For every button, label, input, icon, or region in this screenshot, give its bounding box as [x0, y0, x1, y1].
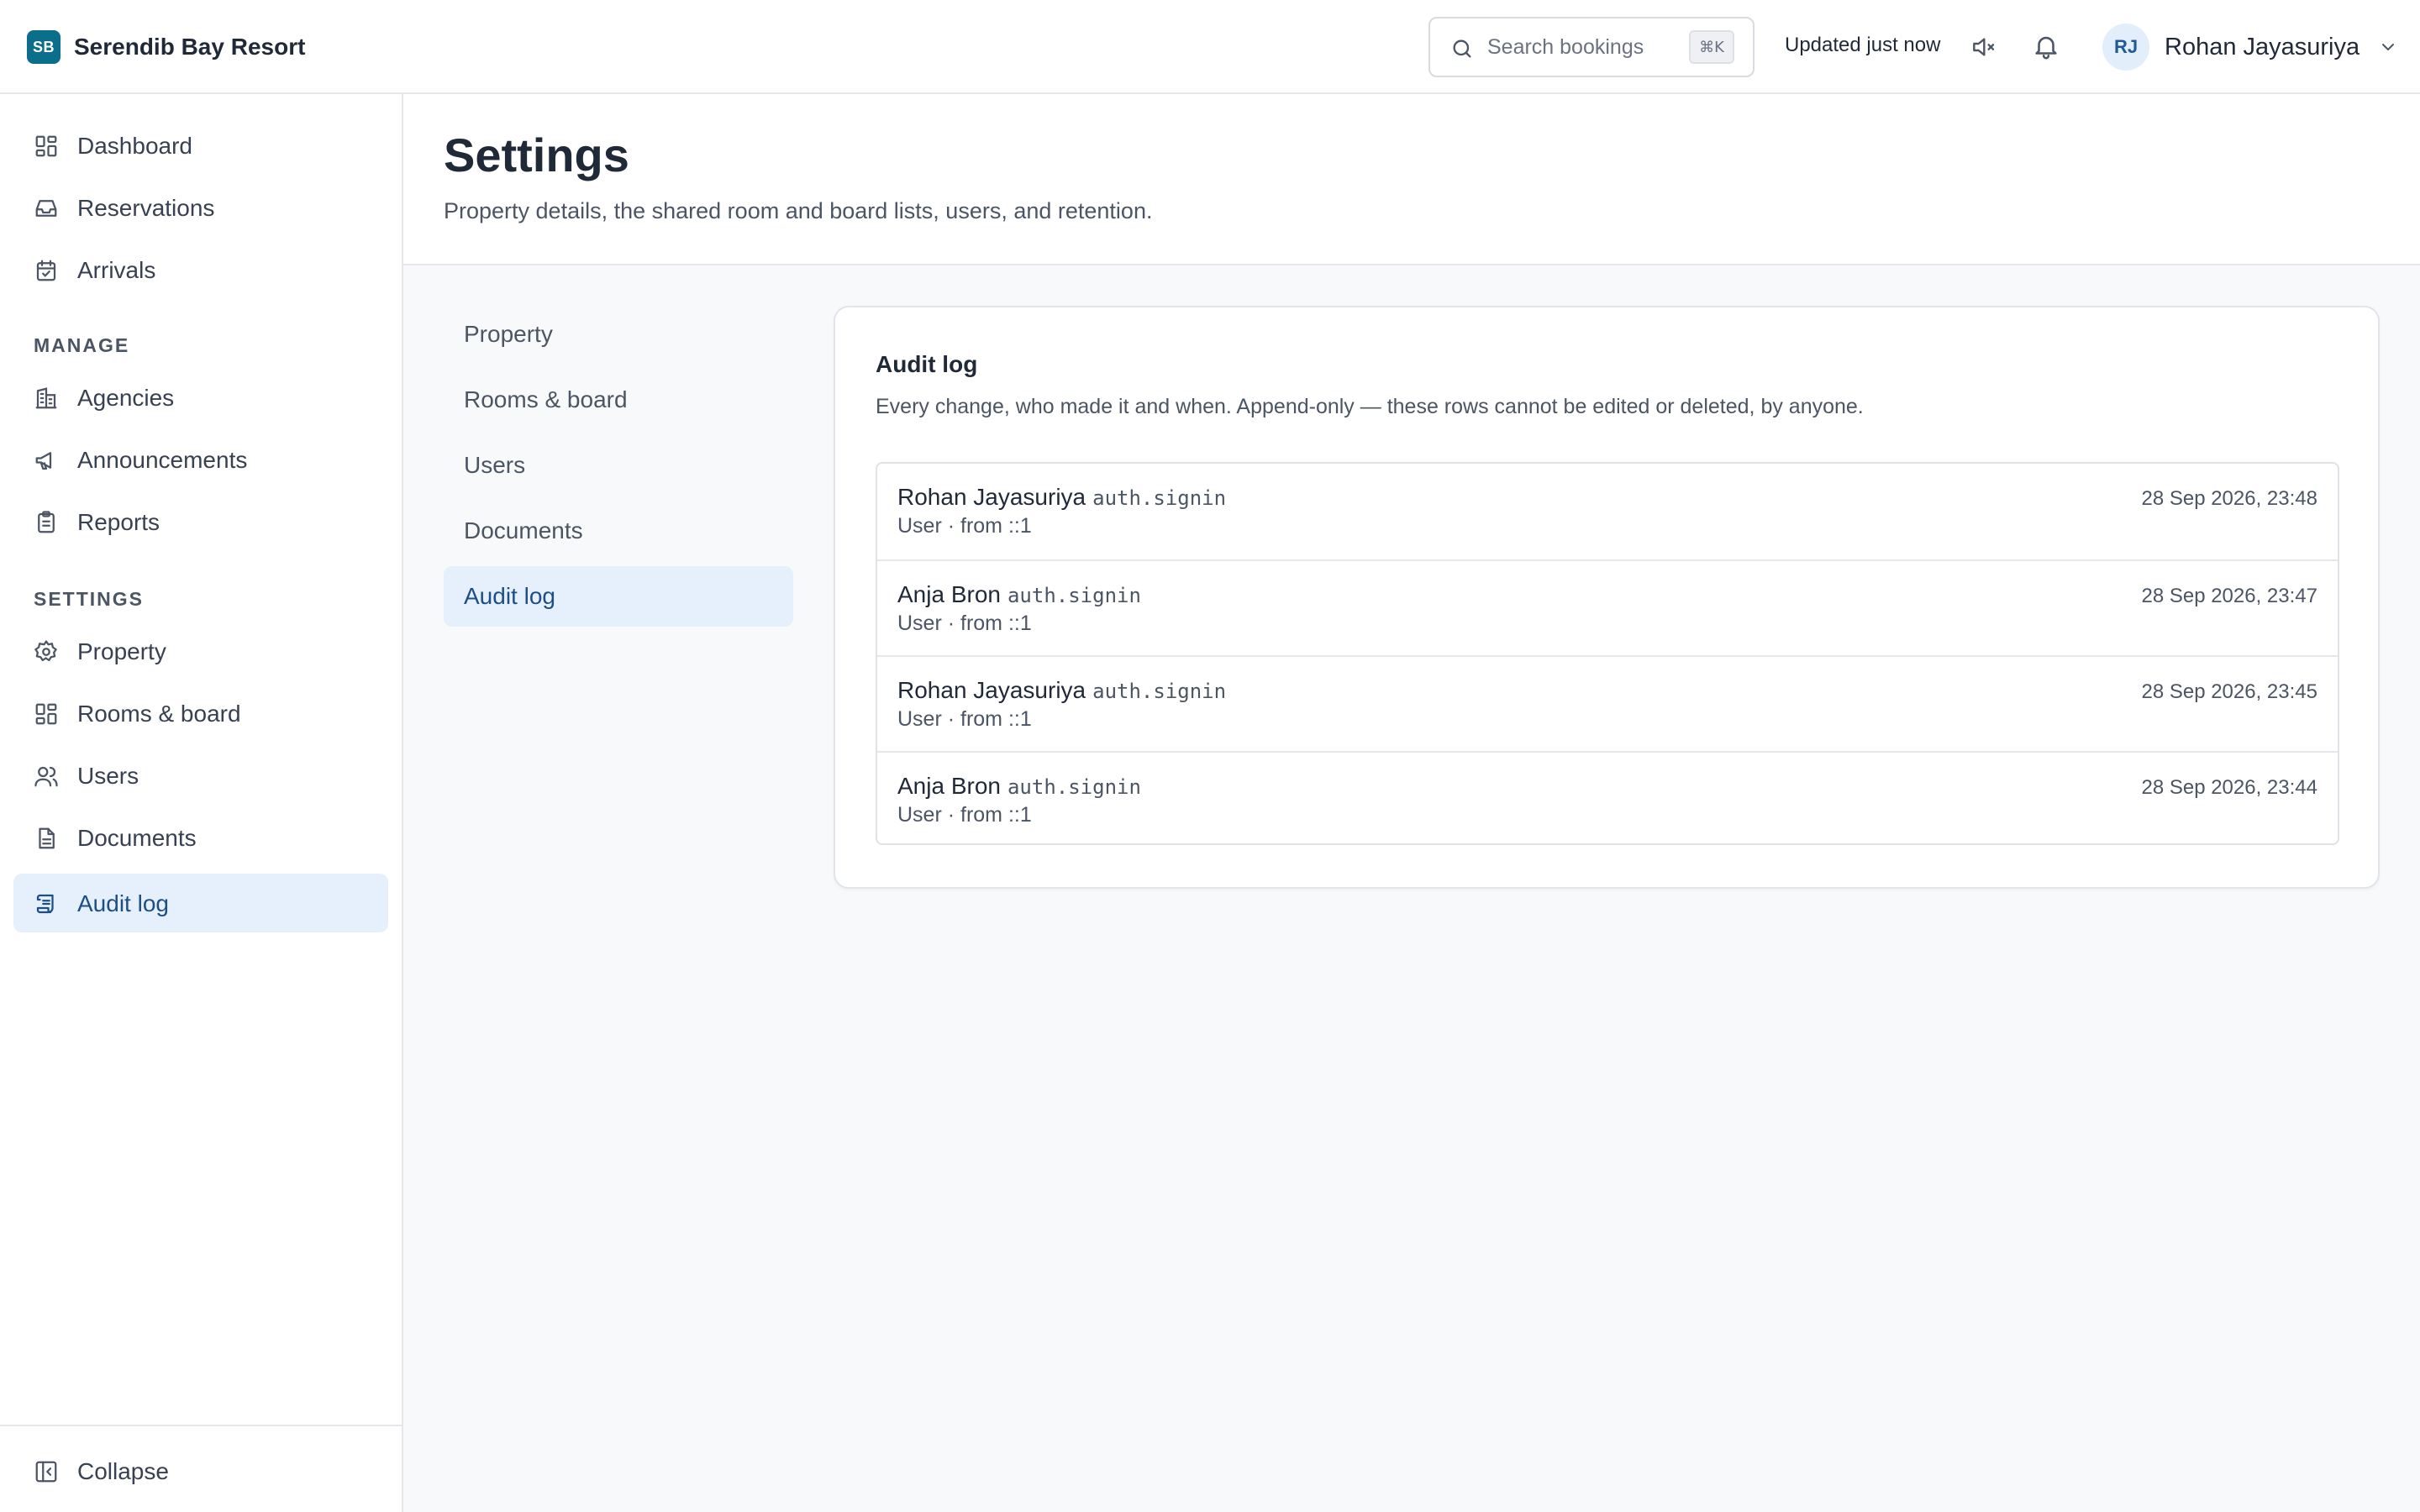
document-icon — [34, 826, 59, 851]
grid-icon — [34, 701, 59, 727]
sidebar-section-manage: MANAGE — [34, 334, 130, 356]
search-placeholder: Search bookings — [1487, 35, 1644, 59]
sidebar-item-reports[interactable]: Reports — [13, 492, 388, 551]
subnav-item-audit-log[interactable]: Audit log — [444, 566, 793, 627]
sidebar-item-label: Agencies — [77, 385, 175, 411]
sidebar-item-label: Arrivals — [77, 257, 156, 283]
sidebar-item-label: Announcements — [77, 447, 248, 473]
subnav-item-users[interactable]: Users — [444, 435, 793, 496]
sidebar-item-label: Dashboard — [77, 133, 192, 159]
sidebar-item-label: Rooms & board — [77, 701, 241, 727]
avatar: RJ — [2102, 24, 2149, 71]
audit-log-card: Audit log Every change, who made it and … — [834, 306, 2380, 889]
log-actor: Anja Bron — [897, 773, 1001, 799]
user-name: Rohan Jayasuriya — [2165, 33, 2360, 60]
sidebar-section-settings: SETTINGS — [34, 588, 145, 610]
audit-log-row: Anja Bron auth.signin User · from ::1 28 … — [877, 559, 2338, 655]
sidebar-item-audit-log[interactable]: Audit log — [13, 874, 388, 932]
brand-logo: SB — [27, 30, 60, 64]
log-meta: User · from ::1 — [897, 514, 1032, 538]
audit-log-description: Every change, who made it and when. Appe… — [876, 395, 1864, 418]
sidebar-item-documents[interactable]: Documents — [13, 808, 388, 867]
sidebar-item-rooms-board[interactable]: Rooms & board — [13, 684, 388, 743]
log-action: auth.signin — [1092, 486, 1227, 510]
subnav-item-label: Rooms & board — [464, 386, 628, 412]
sidebar-item-reservations[interactable]: Reservations — [13, 178, 388, 237]
log-meta: User · from ::1 — [897, 707, 1032, 731]
log-timestamp: 28 Sep 2026, 23:45 — [2141, 680, 2317, 703]
log-timestamp: 28 Sep 2026, 23:44 — [2141, 776, 2317, 799]
subnav-item-label: Property — [464, 321, 553, 347]
brand[interactable]: SB Serendib Bay Resort — [27, 30, 305, 64]
collapse-button[interactable]: Collapse — [13, 1441, 388, 1500]
log-timestamp: 28 Sep 2026, 23:48 — [2141, 487, 2317, 510]
audit-log-row: Anja Bron auth.signin User · from ::1 28 … — [877, 751, 2338, 843]
sidebar-item-property[interactable]: Property — [13, 622, 388, 680]
page-subtitle: Property details, the shared room and bo… — [444, 198, 1153, 223]
subnav-item-label: Audit log — [464, 583, 555, 609]
log-meta: User · from ::1 — [897, 612, 1032, 635]
building-icon — [34, 386, 59, 411]
volume-mute-icon[interactable] — [1970, 34, 1996, 60]
sidebar-item-agencies[interactable]: Agencies — [13, 368, 388, 427]
audit-log-title: Audit log — [876, 351, 978, 377]
log-actor: Rohan Jayasuriya — [897, 484, 1086, 510]
sidebar-item-label: Reservations — [77, 195, 215, 221]
log-action: auth.signin — [1007, 584, 1141, 607]
sidebar-item-announcements[interactable]: Announcements — [13, 430, 388, 489]
log-timestamp: 28 Sep 2026, 23:47 — [2141, 585, 2317, 607]
bell-icon[interactable] — [2032, 32, 2060, 60]
subnav-item-property[interactable]: Property — [444, 304, 793, 365]
sidebar-item-label: Reports — [77, 509, 160, 535]
subnav-item-rooms-board[interactable]: Rooms & board — [444, 370, 793, 430]
sidebar-item-label: Users — [77, 763, 139, 789]
subnav-item-label: Documents — [464, 517, 583, 543]
log-actor: Rohan Jayasuriya — [897, 677, 1086, 703]
search-icon — [1450, 37, 1474, 60]
top-bar: SB Serendib Bay Resort Search bookings ⌘… — [0, 0, 2420, 94]
sidebar-item-label: Audit log — [77, 890, 169, 916]
sidebar-item-arrivals[interactable]: Arrivals — [13, 240, 388, 299]
sidebar-item-dashboard[interactable]: Dashboard — [13, 116, 388, 175]
user-menu[interactable]: RJ Rohan Jayasuriya — [2102, 24, 2398, 71]
sidebar-item-label: Property — [77, 638, 166, 664]
search-shortcut-badge: ⌘K — [1689, 30, 1734, 64]
subnav-item-label: Users — [464, 452, 526, 478]
gear-icon — [34, 639, 59, 664]
log-meta: User · from ::1 — [897, 803, 1032, 827]
clipboard-icon — [34, 510, 59, 535]
sidebar-footer: Collapse — [0, 1425, 402, 1512]
calendar-check-icon — [34, 258, 59, 283]
sidebar-item-label: Documents — [77, 825, 197, 851]
scroll-icon — [34, 891, 59, 916]
page-title: Settings — [444, 129, 629, 181]
inbox-icon — [34, 196, 59, 221]
chevron-down-icon — [2378, 37, 2398, 57]
brand-name: Serendib Bay Resort — [74, 34, 306, 60]
search-input[interactable]: Search bookings ⌘K — [1428, 17, 1754, 77]
users-icon — [34, 764, 59, 789]
subnav-item-documents[interactable]: Documents — [444, 501, 793, 561]
sidebar: Dashboard Reservations Arrivals MANAGE A… — [0, 94, 403, 1512]
collapse-label: Collapse — [77, 1458, 169, 1484]
audit-log-row: Rohan Jayasuriya auth.signin User · from … — [877, 655, 2338, 751]
sidebar-item-users[interactable]: Users — [13, 746, 388, 805]
dashboard-icon — [34, 134, 59, 159]
updated-status: Updated just now — [1785, 34, 1941, 56]
page-header: Settings Property details, the shared ro… — [403, 94, 2420, 265]
collapse-sidebar-icon — [34, 1459, 59, 1484]
megaphone-icon — [34, 448, 59, 473]
audit-log-row: Rohan Jayasuriya auth.signin User · from … — [877, 464, 2338, 559]
log-actor: Anja Bron — [897, 581, 1001, 607]
log-action: auth.signin — [1092, 680, 1227, 703]
log-action: auth.signin — [1007, 775, 1141, 799]
audit-log-list: Rohan Jayasuriya auth.signin User · from … — [876, 462, 2339, 845]
